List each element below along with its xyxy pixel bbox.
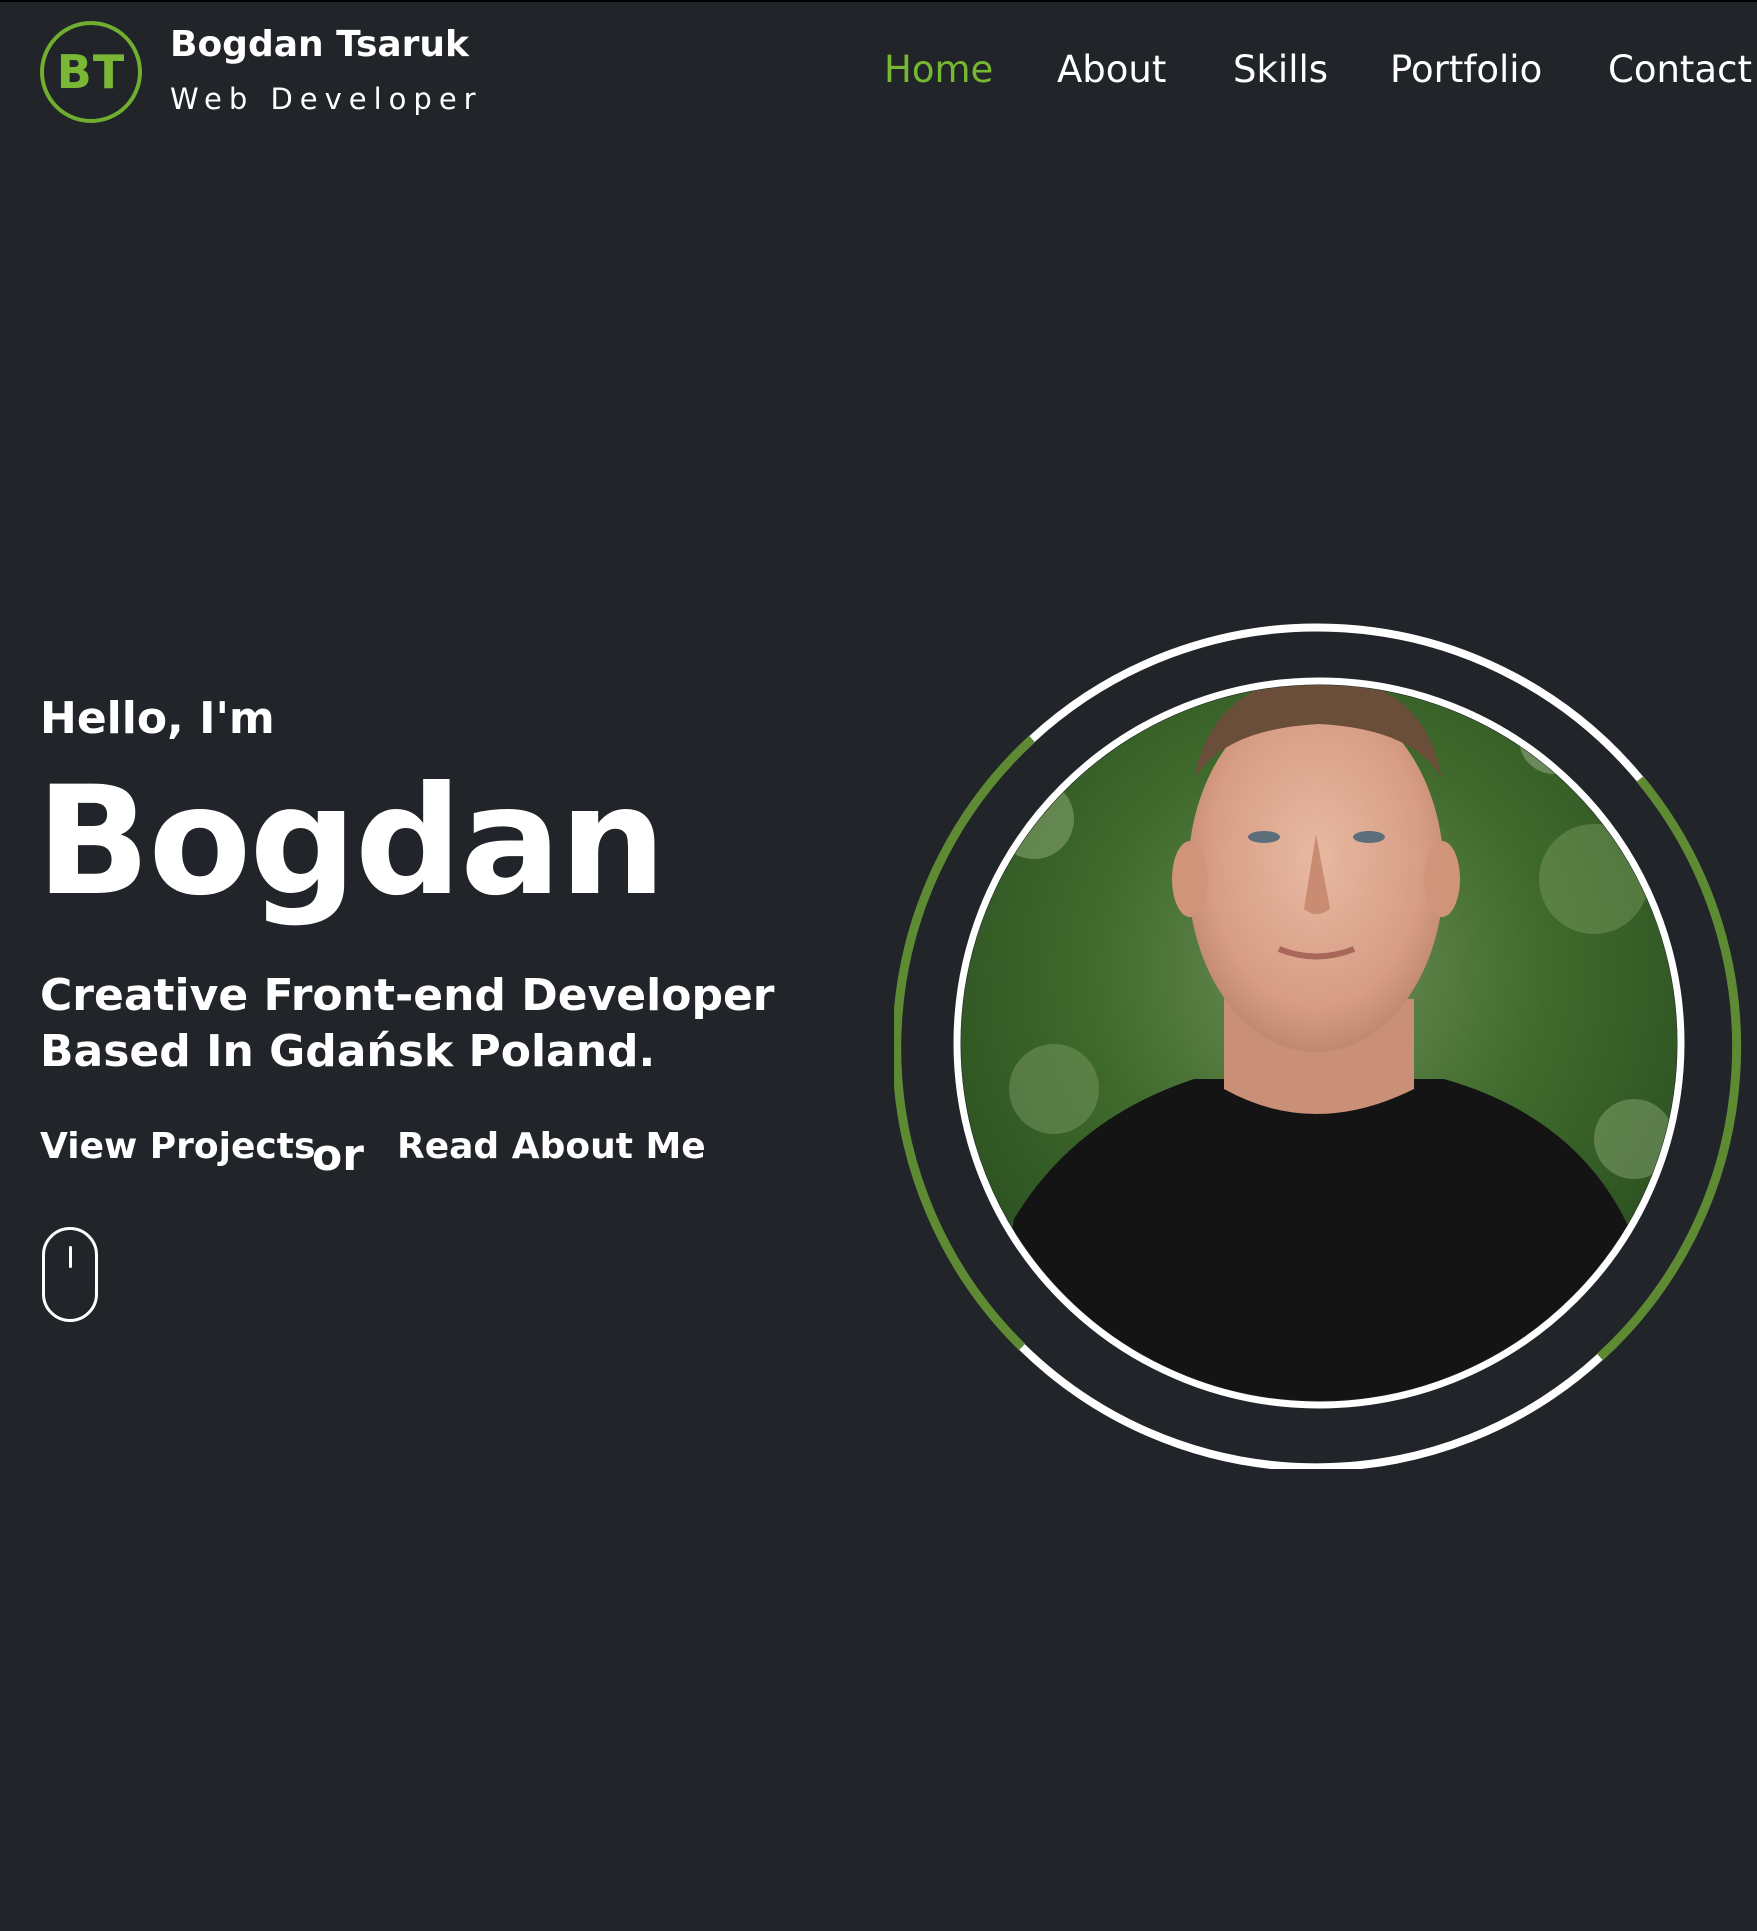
tagline-line-1: Creative Front-end Developer [40,970,775,1021]
portrait-frame [894,619,1744,1469]
mouse-wheel [69,1246,72,1268]
hero-tagline: Creative Front-end Developer Based In Gd… [40,968,820,1080]
hero-name: Bogdan [36,755,666,929]
nav-item-about[interactable]: About [1057,48,1166,91]
top-border [0,0,1757,2]
nav-item-contact[interactable]: Contact [1608,48,1752,91]
cta-separator: or [312,1130,364,1181]
hero-greeting: Hello, I'm [40,693,275,744]
nav-item-home[interactable]: Home [884,48,993,91]
mouse-scroll-icon[interactable] [42,1227,98,1322]
nav-item-skills[interactable]: Skills [1233,48,1328,91]
portrait-graphic [894,623,1742,1469]
tagline-line-2: Based In Gdańsk Poland. [40,1026,656,1077]
nav-item-portfolio[interactable]: Portfolio [1390,48,1542,91]
view-projects-link[interactable]: View Projects [40,1126,315,1167]
main-nav: Home About Skills Portfolio Contact [0,48,1757,98]
read-about-me-link[interactable]: Read About Me [397,1126,706,1167]
